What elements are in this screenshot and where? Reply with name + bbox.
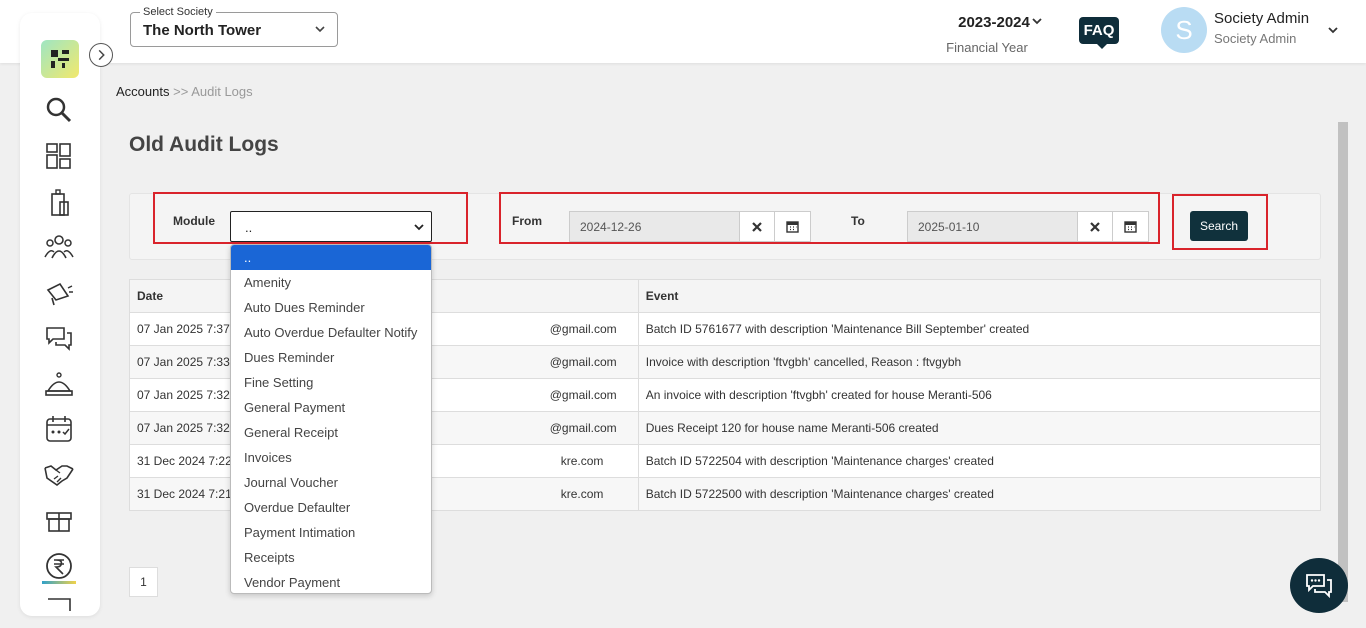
cell-user-text: @gmail.com — [549, 388, 617, 402]
chat-bubbles-icon[interactable] — [44, 324, 74, 354]
close-icon — [752, 221, 762, 232]
breadcrumb-separator: >> — [173, 84, 189, 99]
cell-event: Batch ID 5722504 with description 'Maint… — [637, 444, 1322, 478]
calendar-icon[interactable] — [44, 414, 74, 444]
from-date-group: 2024-12-26 — [569, 211, 811, 242]
user-name: Society Admin — [1214, 10, 1310, 27]
user-role: Society Admin — [1214, 31, 1297, 46]
module-select-value: .. — [245, 220, 253, 235]
module-option[interactable]: Amenity — [231, 270, 431, 295]
module-option[interactable]: Receipts — [231, 545, 431, 570]
handshake-icon[interactable] — [44, 458, 74, 488]
chat-button[interactable] — [1290, 558, 1348, 613]
top-header: Select Society The North Tower 2023-2024… — [0, 0, 1366, 63]
active-indicator — [42, 581, 76, 584]
search-icon[interactable] — [44, 95, 74, 125]
avatar[interactable]: S — [1161, 7, 1207, 53]
chevron-down-icon — [414, 224, 424, 231]
financial-year-caption: Financial Year — [946, 40, 1028, 55]
cell-event: Batch ID 5761677 with description 'Maint… — [637, 312, 1322, 346]
close-icon — [1090, 221, 1100, 232]
faq-button[interactable]: FAQ — [1079, 17, 1119, 49]
from-clear-button[interactable] — [740, 212, 775, 241]
calendar-icon — [786, 221, 799, 233]
breadcrumb-current: Audit Logs — [191, 84, 253, 99]
building-icon[interactable] — [44, 188, 74, 218]
chevron-down-icon[interactable] — [1326, 23, 1340, 37]
announcement-icon[interactable] — [44, 278, 74, 308]
column-header-event: Event — [637, 279, 1322, 313]
module-option[interactable]: Overdue Defaulter — [231, 495, 431, 520]
society-select-value: The North Tower — [143, 22, 262, 39]
to-date-group: 2025-01-10 — [907, 211, 1149, 242]
from-label: From — [512, 214, 542, 228]
society-select-label: Select Society — [140, 6, 216, 18]
search-button[interactable]: Search — [1190, 211, 1248, 241]
members-icon[interactable] — [44, 232, 74, 262]
module-label: Module — [173, 214, 215, 228]
to-clear-button[interactable] — [1078, 212, 1113, 241]
module-option[interactable]: .. — [231, 245, 431, 270]
helpdesk-icon[interactable] — [44, 369, 74, 399]
module-option[interactable]: General Receipt — [231, 420, 431, 445]
society-select[interactable]: Select Society The North Tower — [130, 6, 338, 47]
to-date-input[interactable]: 2025-01-10 — [908, 212, 1078, 241]
breadcrumb-accounts[interactable]: Accounts — [116, 84, 169, 99]
module-option[interactable]: Payment Intimation — [231, 520, 431, 545]
wallet-icon[interactable] — [44, 595, 74, 616]
financial-year-value: 2023-2024 — [958, 14, 1030, 31]
sidebar — [20, 13, 100, 616]
scrollbar-thumb[interactable] — [1338, 122, 1348, 602]
financial-year-selector[interactable]: 2023-2024 Financial Year — [944, 14, 1044, 55]
module-option[interactable]: Dues Reminder — [231, 345, 431, 370]
module-option[interactable]: Auto Dues Reminder — [231, 295, 431, 320]
cell-event: An invoice with description 'ftvgbh' cre… — [637, 378, 1322, 412]
module-select[interactable]: .. — [230, 211, 432, 242]
pagination-page-1[interactable]: 1 — [129, 567, 158, 597]
cell-user-text: kre.com — [560, 487, 604, 501]
cell-event: Batch ID 5722500 with description 'Maint… — [637, 477, 1322, 511]
chevron-down-icon — [1032, 18, 1042, 25]
page-title: Old Audit Logs — [129, 133, 279, 156]
module-option[interactable]: Journal Voucher — [231, 470, 431, 495]
chevron-down-icon — [315, 26, 325, 33]
module-dropdown-list: .. Amenity Auto Dues Reminder Auto Overd… — [230, 244, 432, 594]
cell-event: Invoice with description 'ftvgbh' cancel… — [637, 345, 1322, 379]
module-option[interactable]: General Payment — [231, 395, 431, 420]
chat-icon — [1306, 573, 1332, 598]
cell-event: Dues Receipt 120 for house name Meranti-… — [637, 411, 1322, 445]
cell-user-text: @gmail.com — [549, 322, 617, 336]
sidebar-toggle-icon[interactable] — [89, 43, 113, 67]
from-calendar-button[interactable] — [775, 212, 810, 241]
cell-user-text: kre.com — [560, 454, 604, 468]
rupee-icon[interactable] — [44, 551, 74, 581]
cell-user-text: @gmail.com — [549, 421, 617, 435]
calendar-icon — [1124, 221, 1137, 233]
dashboard-icon[interactable] — [44, 141, 74, 171]
module-option[interactable]: Invoices — [231, 445, 431, 470]
gift-icon[interactable] — [44, 505, 74, 535]
module-option[interactable]: Fine Setting — [231, 370, 431, 395]
logo-icon[interactable] — [41, 40, 79, 78]
module-option[interactable]: Vendor Payment — [231, 570, 431, 593]
to-label: To — [851, 214, 865, 228]
cell-user-text: @gmail.com — [549, 355, 617, 369]
to-calendar-button[interactable] — [1113, 212, 1148, 241]
breadcrumb: Accounts >> Audit Logs — [116, 84, 253, 99]
module-option[interactable]: Auto Overdue Defaulter Notify — [231, 320, 431, 345]
from-date-input[interactable]: 2024-12-26 — [570, 212, 740, 241]
